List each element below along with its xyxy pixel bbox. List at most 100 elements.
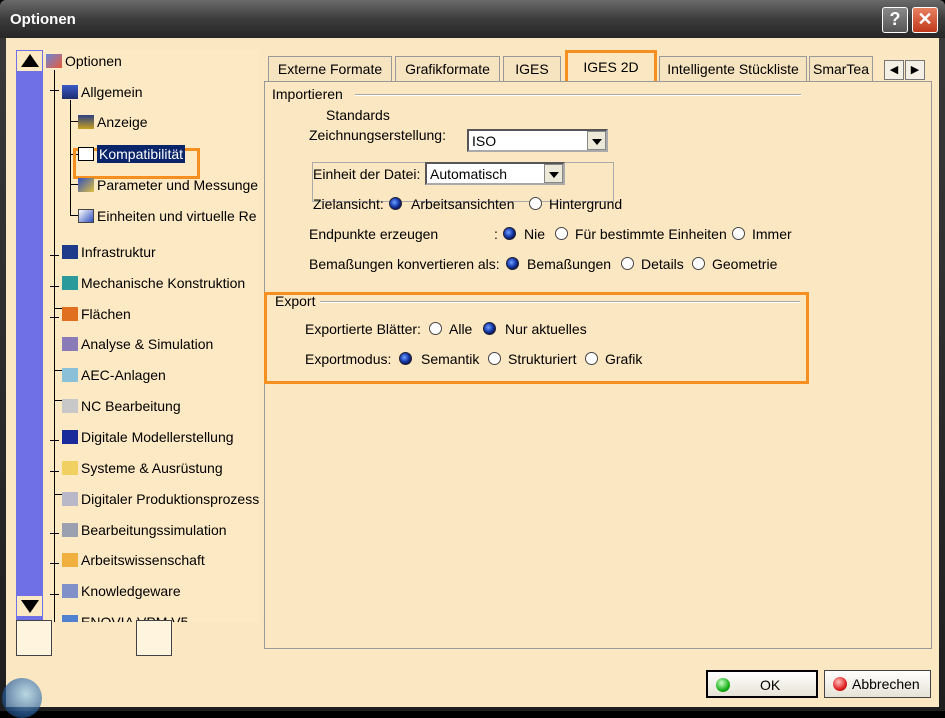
close-button[interactable]: ✕ [912, 7, 938, 33]
ok-button-label: OK [760, 677, 781, 693]
tree-item-optionen[interactable]: Optionen [46, 50, 122, 72]
enovia-icon [62, 615, 78, 622]
tree-item[interactable]: Analyse & Simulation [62, 333, 213, 355]
display-icon [78, 115, 94, 129]
tree-item-label: Parameter und Messunge [97, 177, 259, 193]
tree-item[interactable]: NC Bearbeitung [62, 395, 181, 417]
expand-toggle[interactable] [50, 559, 59, 568]
mechanical-design-icon [62, 276, 78, 290]
tree-item[interactable]: Digitaler Produktionsprozess [62, 488, 259, 510]
tree-item-label: Bearbeitungssimulation [81, 522, 227, 538]
tab-smarteam[interactable]: SmarTea [809, 56, 873, 82]
tree-item-kompatibilitaet[interactable]: Kompatibilität [78, 143, 186, 165]
chevron-down-icon[interactable] [587, 131, 606, 150]
tree-item[interactable]: Mechanische Konstruktion [62, 272, 245, 294]
tree-item-label: Allgemein [81, 84, 143, 100]
radio-label: Nie [524, 226, 546, 242]
tree-item[interactable]: Digitale Modellerstellung [62, 426, 234, 448]
radio-dimensions-geometry[interactable] [692, 257, 705, 270]
tree-item-label: Einheiten und virtuelle Re [97, 208, 257, 224]
tree-item-label: Optionen [65, 53, 122, 69]
tree-item-label: Analyse & Simulation [81, 336, 214, 352]
radio-endpoints-never[interactable] [503, 227, 516, 240]
drawing-standard-select[interactable]: ISO [467, 129, 608, 152]
file-unit-label: Einheit der Datei: [313, 166, 421, 182]
tree-item[interactable]: Bearbeitungssimulation [62, 519, 227, 541]
units-icon [78, 209, 94, 223]
expand-toggle[interactable] [50, 590, 59, 599]
expand-toggle[interactable] [50, 436, 59, 445]
tree-item-parameter[interactable]: Parameter und Messunge [78, 174, 258, 196]
radio-target-view-background[interactable] [529, 197, 542, 210]
radio-label: Bemaßungen [527, 256, 612, 272]
radio-label: Details [641, 256, 684, 272]
knowledgeware-icon [62, 584, 78, 598]
digital-mockup-icon [62, 430, 78, 444]
radio-label: Für bestimmte Einheiten [575, 226, 727, 242]
tree-item[interactable]: Infrastruktur [62, 241, 156, 263]
tree-item-einheiten[interactable]: Einheiten und virtuelle Re [78, 205, 257, 227]
digital-process-icon [62, 492, 78, 506]
tree-item[interactable]: AEC-Anlagen [62, 364, 166, 386]
tree-item-label: Digitaler Produktionsprozess [81, 491, 259, 507]
options-settings-icon[interactable] [136, 620, 172, 656]
cancel-button[interactable]: Abbrechen [824, 670, 931, 698]
expand-toggle[interactable] [50, 313, 59, 322]
home-tools-icon[interactable] [16, 620, 52, 656]
general-icon [62, 85, 78, 99]
radio-label: Arbeitsansichten [411, 196, 515, 212]
tab-scroll-left-button[interactable]: ◀ [884, 60, 904, 80]
tab-grafikformate[interactable]: Grafikformate [395, 56, 500, 82]
analysis-icon [62, 337, 78, 351]
green-light-icon [716, 678, 730, 692]
tree-item[interactable]: Flächen [62, 303, 131, 325]
collapse-toggle[interactable] [50, 86, 59, 95]
tree-item-label: Knowledgeware [81, 583, 181, 599]
radio-endpoints-always[interactable] [732, 227, 745, 240]
infrastructure-icon [62, 245, 78, 259]
tree-item[interactable]: Arbeitswissenschaft [62, 549, 205, 571]
expand-toggle[interactable] [50, 251, 59, 260]
tab-intelligente-stueckliste[interactable]: Intelligente Stückliste [659, 56, 807, 82]
tab-iges-2d[interactable]: IGES 2D [565, 50, 657, 83]
shape-icon [62, 307, 78, 321]
expand-toggle[interactable] [50, 282, 59, 291]
parameters-icon [78, 178, 94, 192]
tree-item-allgemein[interactable]: Allgemein [62, 81, 142, 103]
chevron-down-icon[interactable] [544, 164, 563, 183]
radio-target-view-work[interactable] [389, 197, 402, 210]
file-unit-select[interactable]: Automatisch [425, 162, 565, 185]
tree-item-label: Kompatibilität [97, 145, 186, 163]
radio-dimensions-details[interactable] [621, 257, 634, 270]
endpoints-label: Endpunkte erzeugen [309, 226, 439, 242]
file-unit-value: Automatisch [430, 166, 508, 182]
options-tree: Optionen Allgemein Anzeige Kompatibilitä… [16, 50, 259, 622]
tree-item-label: AEC-Anlagen [81, 367, 166, 383]
expand-toggle[interactable] [50, 529, 59, 538]
tab-externe-formate[interactable]: Externe Formate [268, 56, 392, 82]
radio-endpoints-some[interactable] [555, 227, 568, 240]
tree-item-label: Infrastruktur [81, 244, 156, 260]
endpoints-colon: : [494, 226, 498, 242]
tab-scroll-right-button[interactable]: ▶ [905, 60, 925, 80]
compatibility-icon [78, 147, 94, 161]
help-button[interactable]: ? [882, 7, 908, 33]
red-light-icon [833, 677, 847, 691]
tab-bar: Externe Formate Grafikformate IGES IGES … [264, 50, 932, 83]
globe-icon [2, 678, 42, 718]
radio-dimensions-dimensions[interactable] [506, 257, 519, 270]
tree-item[interactable]: Knowledgeware [62, 580, 181, 602]
tab-iges[interactable]: IGES [503, 56, 561, 82]
equipment-icon [62, 461, 78, 475]
ergonomics-icon [62, 553, 78, 567]
expand-toggle[interactable] [50, 467, 59, 476]
export-highlight-frame [264, 292, 809, 384]
tree-item-label: ENOVIA VPM V5 [81, 614, 189, 622]
title-bar[interactable]: Optionen ? ✕ [0, 0, 945, 38]
tree-item[interactable]: Systeme & Ausrüstung [62, 457, 223, 479]
tree-item-label: Mechanische Konstruktion [81, 275, 246, 291]
tree-item-anzeige[interactable]: Anzeige [78, 111, 148, 133]
ok-button[interactable]: OK [706, 670, 818, 698]
window-title: Optionen [10, 11, 76, 28]
radio-label: Hintergrund [549, 196, 623, 212]
